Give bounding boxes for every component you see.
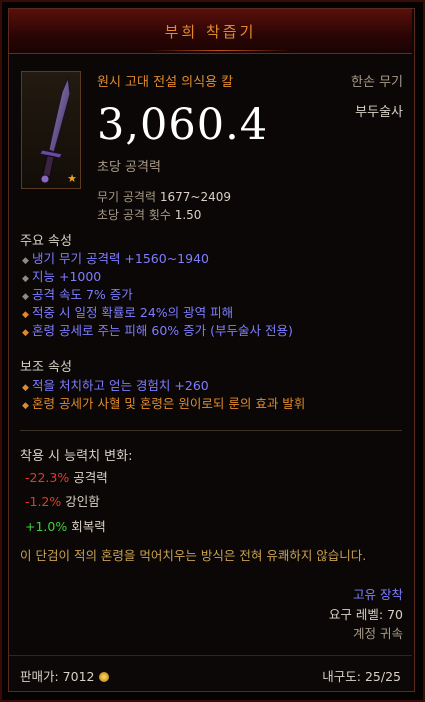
stat-change-row: -1.2% 강인함 (25, 494, 100, 509)
stat-change-row: +1.0% 회복력 (25, 519, 106, 534)
primary-affix: ◆ 적중 시 일정 확률로 24%의 광역 피해 (22, 305, 234, 320)
weapon-damage-line: 무기 공격력 1677~2409 (97, 188, 231, 205)
item-type: 한손 무기 (351, 75, 403, 90)
title-ornament (149, 50, 292, 51)
item-icon: ★ (21, 71, 81, 189)
attack-speed-label: 초당 공격 횟수 (97, 208, 171, 222)
durability: 내구도: 25/25 (322, 669, 401, 684)
primary-affix: ◆ 지능 +1000 (22, 269, 102, 284)
rarity-label: 고유 장착 (353, 587, 403, 602)
primary-title: 주요 속성 (20, 234, 72, 249)
title-bar: 부희 착즙기 (9, 9, 412, 54)
secondary-title: 보조 속성 (20, 360, 72, 375)
divider (20, 430, 402, 431)
weapon-damage-value: 1677~2409 (159, 190, 231, 204)
gray-bullet-icon: ◆ (22, 256, 29, 266)
orange-bullet-icon: ◆ (22, 310, 29, 320)
gold-coin-icon (98, 672, 109, 682)
required-level: 요구 레벨: 70 (328, 607, 403, 622)
account-bound-label: 계정 귀속 (353, 626, 403, 641)
gray-bullet-icon: ◆ (22, 274, 29, 284)
attack-speed-value: 1.50 (174, 208, 202, 222)
star-icon: ★ (67, 172, 77, 185)
dps-value: 3,060.4 (97, 100, 269, 150)
ceremonial-dagger-icon (39, 76, 71, 184)
primary-affix: ◆ 냉기 무기 공격력 +1560~1940 (22, 251, 209, 266)
sell-price: 판매가: 7012 (20, 666, 109, 685)
item-title: 부희 착즙기 (164, 23, 257, 41)
flavor-text: 이 단검이 적의 혼령을 먹어치우는 방식은 전혀 유쾌하지 않습니다. (20, 548, 367, 563)
class-restriction: 부두술사 (355, 105, 403, 120)
stat-change-title: 착용 시 능력치 변화: (20, 449, 133, 464)
orange-bullet-icon: ◆ (22, 401, 29, 411)
orange-bullet-icon: ◆ (22, 383, 29, 393)
orange-bullet-icon: ◆ (22, 328, 29, 338)
footer: 판매가: 7012 내구도: 25/25 (9, 655, 412, 690)
primary-affix: ◆ 혼령 공세로 주는 피해 60% 증가 (부두술사 전용) (22, 323, 293, 338)
dps-label: 초당 공격력 (97, 160, 161, 175)
legendary-affix: ◆ 혼령 공세가 사혈 및 혼령은 원이로되 룬의 효과 발휘 (22, 396, 306, 411)
attack-speed-line: 초당 공격 횟수 1.50 (97, 206, 201, 223)
item-name: 원시 고대 전설 의식용 칼 (97, 75, 234, 90)
primary-affix: ◆ 공격 속도 7% 증가 (22, 287, 133, 302)
stat-change-row: -22.3% 공격력 (25, 470, 108, 485)
secondary-affix: ◆ 적을 처치하고 얻는 경험치 +260 (22, 378, 209, 393)
weapon-damage-label: 무기 공격력 (97, 190, 157, 204)
gray-bullet-icon: ◆ (22, 292, 29, 302)
